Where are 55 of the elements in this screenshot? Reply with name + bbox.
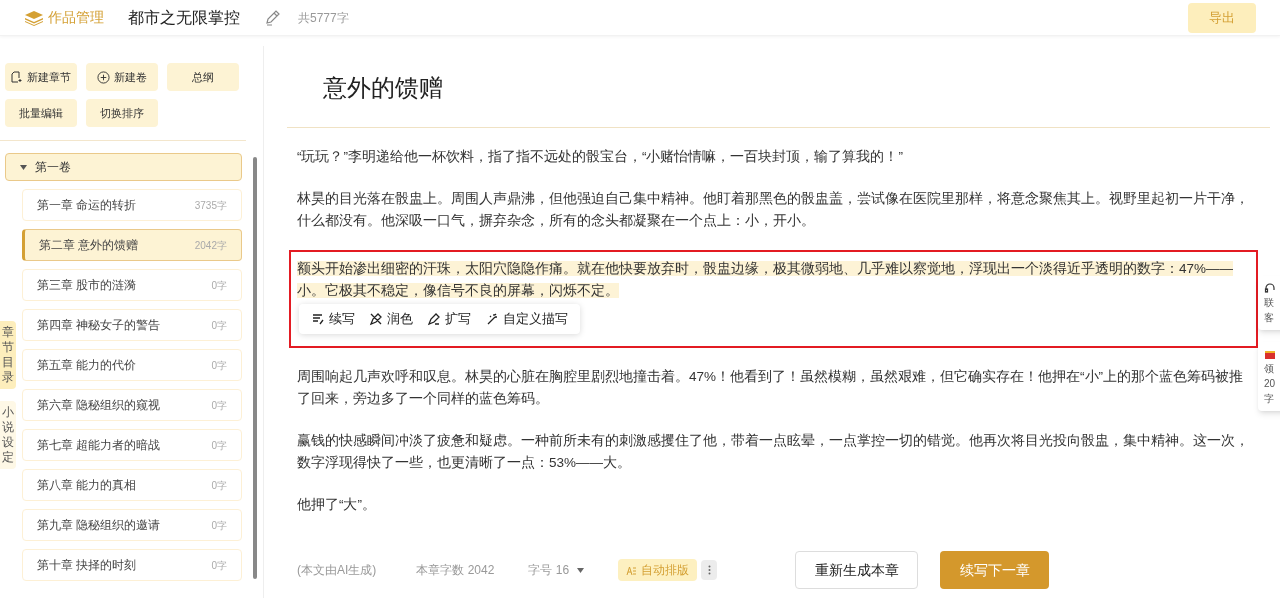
pen-icon — [369, 312, 383, 326]
widget-label: 客 — [1264, 311, 1275, 324]
text-format-icon — [626, 564, 638, 576]
widget-label: 领 — [1264, 362, 1275, 375]
ai-tool-button[interactable]: 润色 — [369, 308, 413, 330]
gift-icon — [1264, 348, 1276, 360]
chapter-title: 意外的馈赠 — [323, 73, 444, 103]
widget-label: 20 — [1264, 377, 1276, 390]
word-total: 共5777字 — [298, 9, 349, 27]
side-tab[interactable]: 章节目录 — [0, 321, 16, 389]
widget-label: 联 — [1264, 296, 1275, 309]
sidebar-action-button[interactable]: 新建章节 — [5, 63, 77, 91]
sidebar-action-button[interactable]: 总纲 — [167, 63, 239, 91]
volume-header[interactable]: 第一卷 — [5, 153, 242, 181]
sidebar-action-button[interactable]: 批量编辑 — [5, 99, 77, 127]
headset-icon — [1264, 282, 1276, 294]
side-tab[interactable]: 小说设定 — [0, 401, 16, 469]
chapter-item[interactable]: 第三章 股市的涟漪 0字 — [22, 269, 242, 301]
chapter-item[interactable]: 第五章 能力的代价 0字 — [22, 349, 242, 381]
add-circle-icon — [97, 70, 110, 84]
chapter-item[interactable]: 第二章 意外的馈赠 2042字 — [22, 229, 242, 261]
chapter-item[interactable]: 第八章 能力的真相 0字 — [22, 469, 242, 501]
paragraph[interactable]: 赢钱的快感瞬间冲淡了疲惫和疑虑。一种前所未有的刺激感攫住了他，带着一点眩晕，一点掌控一切的错觉。他再次将目光投向骰盅，集中精神。这一次，数字浮现得快了一些，也更清晰了一点：53%——大。 — [297, 430, 1254, 474]
customer-service-widget[interactable]: 联 客 — [1258, 276, 1280, 330]
more-options-button[interactable] — [701, 560, 718, 580]
sidebar-action-button[interactable]: 新建卷 — [86, 63, 158, 91]
sidebar-action-button[interactable]: 切换排序 — [86, 99, 158, 127]
paragraph[interactable]: “玩玩？”李明递给他一杯饮料，指了指不远处的骰宝台，“小赌怡情嘛，一百块封顶，输了算我的！” — [297, 146, 1254, 168]
chapter-item[interactable]: 第一章 命运的转折 3735字 — [22, 189, 242, 221]
text-lines-icon — [311, 312, 325, 326]
caret-icon — [577, 567, 585, 573]
chapter-item[interactable]: 第九章 隐秘组织的邀请 0字 — [22, 509, 242, 541]
gift-widget[interactable]: 领 20 字 — [1258, 342, 1280, 411]
paragraph[interactable]: 他押了“大”。 — [297, 494, 1254, 516]
new-page-icon — [11, 71, 23, 83]
chapter-item[interactable]: 第七章 超能力者的暗战 0字 — [22, 429, 242, 461]
chapter-item[interactable]: 第四章 神秘女子的警告 0字 — [22, 309, 242, 341]
widget-label: 字 — [1264, 392, 1275, 405]
chapter-item[interactable]: 第六章 隐秘组织的窥视 0字 — [22, 389, 242, 421]
pencil-icon[interactable] — [264, 8, 282, 27]
more-vertical-icon — [707, 565, 711, 575]
ai-tool-button[interactable]: 续写 — [311, 308, 355, 330]
chapter-word-count: 本章字数 2042 — [416, 562, 495, 579]
chapter-item[interactable]: 第十章 抉择的时刻 0字 — [22, 549, 242, 581]
regenerate-button[interactable]: 重新生成本章 — [795, 551, 919, 589]
paragraph[interactable]: 周围响起几声欢呼和叹息。林昊的心脏在胸腔里剧烈地撞击着。47%！他看到了！虽然模糊，虽然艰难，但它确实存在！他押在“小”上的那个蓝色筹码被推了回来，旁边多了一个同样的蓝色筹码。 — [297, 366, 1254, 410]
magic-wand-icon — [485, 312, 499, 326]
book-title: 都市之无限掌控 — [128, 7, 240, 28]
ai-tool-button[interactable]: 自定义描写 — [485, 308, 568, 330]
ai-tool-button[interactable]: 扩写 — [427, 308, 471, 330]
scrollbar[interactable] — [253, 157, 257, 579]
ai-note: (本文由AI生成) — [297, 562, 377, 579]
pen-nib-icon — [427, 312, 441, 326]
paragraph[interactable]: 林昊的目光落在骰盅上。周围人声鼎沸，但他强迫自己集中精神。他盯着那黑色的骰盅盖，尝试像在医院里那样，将意念聚焦其上。视野里起初一片干净，什么都没有。他深吸一口气，摒弃杂念，所有的念头都凝聚在一个点上：小，开小。 — [297, 188, 1254, 232]
layers-icon — [24, 9, 44, 26]
